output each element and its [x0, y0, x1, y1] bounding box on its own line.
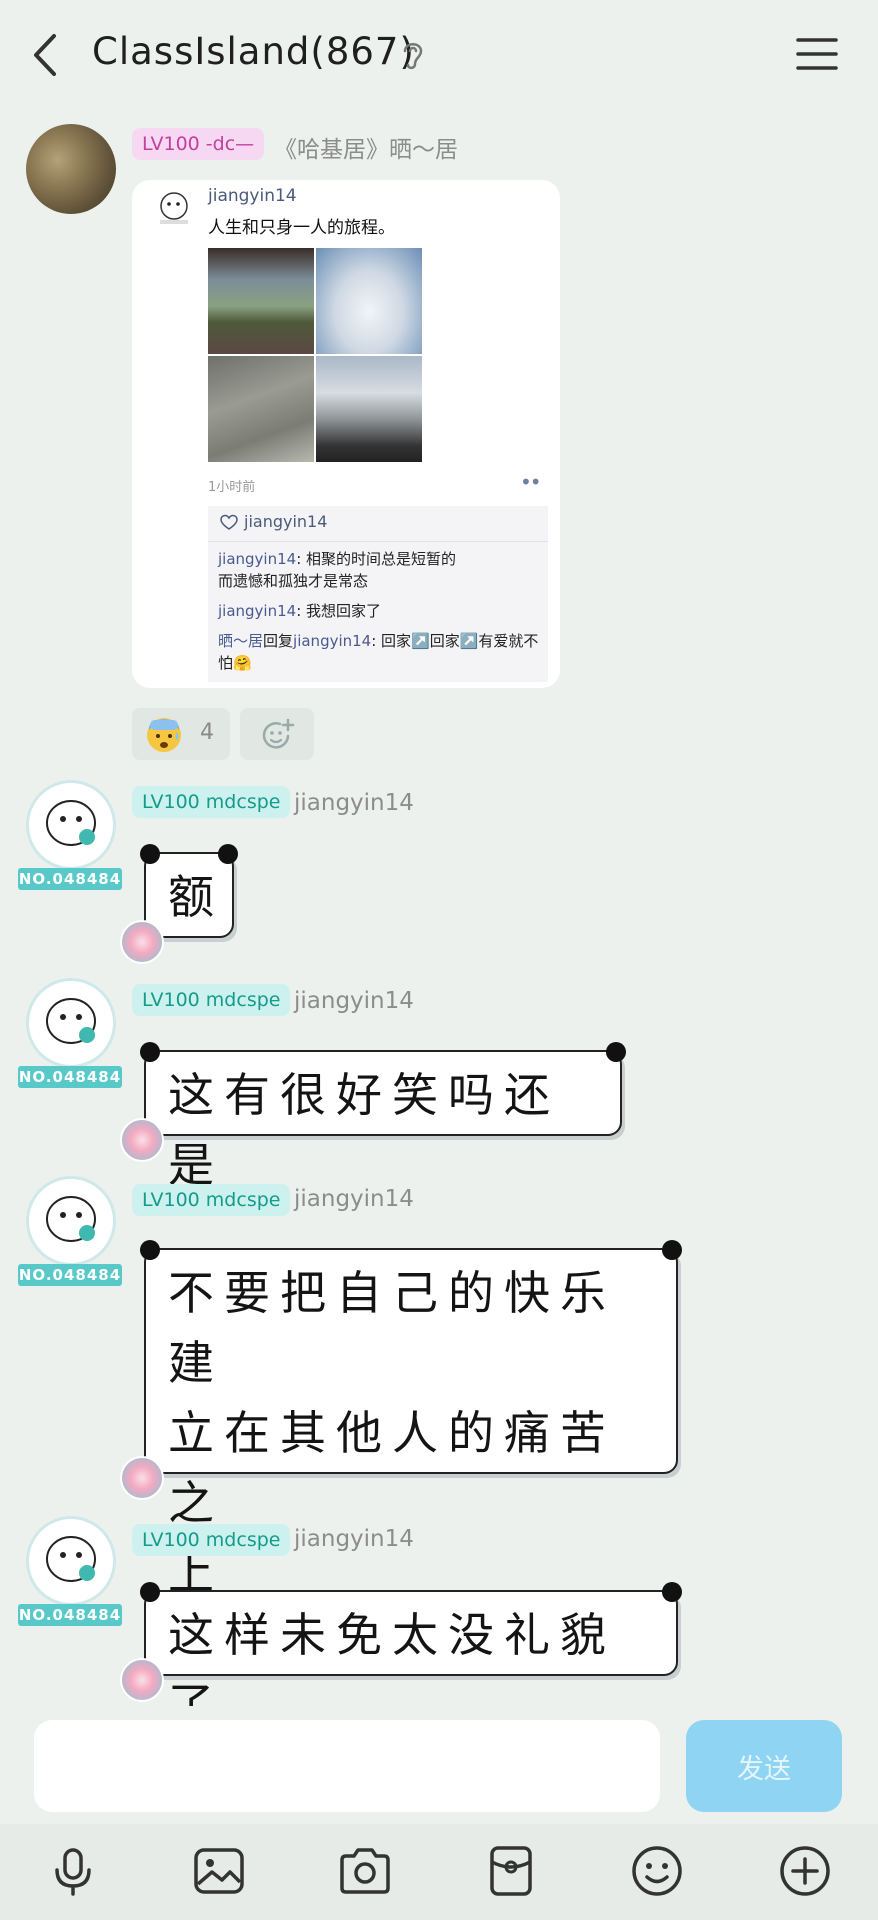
- sticker-character-decoration: [120, 1118, 164, 1162]
- camera-icon[interactable]: [336, 1842, 394, 1900]
- sticker-avatar-icon: [46, 800, 96, 846]
- likes-row: jiangyin14: [208, 506, 548, 542]
- post-photo-rainy-building[interactable]: [208, 356, 314, 462]
- bubble-ear-decoration: [140, 844, 160, 864]
- add-reaction-button[interactable]: [240, 708, 314, 760]
- message-text: 额: [168, 870, 224, 924]
- comment-user[interactable]: 晒～居: [218, 632, 263, 650]
- level-badge: LV100 mdcspe: [132, 984, 291, 1016]
- post-author[interactable]: jiangyin14: [208, 186, 297, 206]
- comment: jiangyin14: 相聚的时间总是短暂的: [218, 550, 457, 568]
- message-bubble[interactable]: 这样未免太没礼貌了: [120, 1582, 682, 1732]
- sender-name[interactable]: jiangyin14: [294, 988, 414, 1014]
- bubble-ear-decoration: [140, 1240, 160, 1260]
- chat-title[interactable]: ClassIsland(867): [92, 30, 415, 73]
- avatar[interactable]: [26, 978, 116, 1068]
- reaction-count: 4: [200, 720, 214, 745]
- add-emoji-icon: [262, 718, 295, 749]
- post-text: 人生和只身一人的旅程。: [208, 218, 395, 238]
- comment-user[interactable]: jiangyin14: [218, 602, 296, 620]
- avatar[interactable]: [26, 780, 116, 870]
- post-photo-clouds[interactable]: [316, 248, 422, 354]
- sticker-character-decoration: [120, 920, 164, 964]
- sender-name[interactable]: jiangyin14: [294, 1186, 414, 1212]
- comment-user[interactable]: jiangyin14: [218, 550, 296, 568]
- sticker-number-badge: NO.048484: [18, 868, 122, 890]
- bubble-ear-decoration: [606, 1042, 626, 1062]
- comments-list: jiangyin14: 相聚的时间总是短暂的 而遗憾和孤独才是常态 jiangy…: [208, 542, 548, 682]
- message-composer: 发送: [0, 1706, 878, 1824]
- message-text: 这有很好笑吗还是: [168, 1068, 560, 1192]
- comment-continued: 而遗憾和孤独才是常态: [218, 572, 369, 590]
- avatar[interactable]: [26, 124, 116, 214]
- sticker-number-badge: NO.048484: [18, 1066, 122, 1088]
- emoji-icon[interactable]: [628, 1842, 686, 1900]
- more-options-icon[interactable]: ••: [520, 470, 542, 494]
- message-input[interactable]: [34, 1720, 660, 1812]
- level-badge: LV100 -dc—: [132, 128, 265, 160]
- reply-target[interactable]: jiangyin14: [293, 632, 371, 650]
- avatar[interactable]: [26, 1176, 116, 1266]
- bubble-ear-decoration: [662, 1240, 682, 1260]
- message-bubble[interactable]: 这有很好笑吗还是: [120, 1042, 626, 1192]
- sticker-character-decoration: [120, 1456, 164, 1500]
- sticker-avatar-icon: [46, 1196, 96, 1242]
- microphone-icon[interactable]: [44, 1842, 102, 1900]
- message-text-line: 立在其他人的痛苦之: [168, 1406, 616, 1530]
- message-bubble[interactable]: 不要把自己的快乐建 立在其他人的痛苦之 上: [120, 1240, 682, 1600]
- red-packet-icon[interactable]: [482, 1842, 540, 1900]
- reaction-chip[interactable]: 4: [132, 708, 230, 760]
- post-photo-highway[interactable]: [316, 356, 422, 462]
- hamburger-menu-icon[interactable]: [796, 34, 838, 74]
- sticker-avatar-icon: [46, 998, 96, 1044]
- post-photo-train-window[interactable]: [208, 248, 314, 354]
- bubble-ear-decoration: [140, 1582, 160, 1602]
- sender-name[interactable]: jiangyin14: [294, 790, 414, 816]
- level-badge: LV100 mdcspe: [132, 1524, 291, 1556]
- message-text-line: 不要把自己的快乐建: [168, 1266, 616, 1390]
- chevron-left-icon[interactable]: [26, 30, 66, 80]
- send-button[interactable]: 发送: [686, 1720, 842, 1812]
- sender-name[interactable]: 《哈基居》晒～居: [274, 130, 458, 164]
- plus-icon[interactable]: [776, 1842, 834, 1900]
- level-badge: LV100 mdcspe: [132, 1184, 291, 1216]
- bubble-ear-decoration: [218, 844, 238, 864]
- comment: jiangyin14: 我想回家了: [218, 602, 382, 620]
- sticker-number-badge: NO.048484: [18, 1264, 122, 1286]
- bubble-ear-decoration: [140, 1042, 160, 1062]
- message-bubble[interactable]: 额: [120, 844, 238, 964]
- like-user[interactable]: jiangyin14: [244, 512, 327, 531]
- comment-reply: 晒～居回复jiangyin14: 回家↗️回家↗️有爱就不: [218, 632, 539, 650]
- shared-post-card[interactable]: jiangyin14 人生和只身一人的旅程。 1小时前 •• jiangyin1…: [132, 180, 560, 688]
- anxious-sweat-emoji-icon: [147, 718, 181, 752]
- chat-header: ClassIsland(867): [0, 0, 878, 110]
- sticker-number-badge: NO.048484: [18, 1604, 122, 1626]
- comment-continued: 怕🤗: [218, 654, 252, 672]
- sender-name[interactable]: jiangyin14: [294, 1526, 414, 1552]
- image-icon[interactable]: [190, 1842, 248, 1900]
- post-time: 1小时前: [208, 480, 256, 495]
- sticker-character-decoration: [120, 1658, 164, 1702]
- avatar[interactable]: [26, 1516, 116, 1606]
- heart-icon[interactable]: [220, 514, 238, 532]
- input-toolbar: [0, 1824, 878, 1920]
- ear-icon[interactable]: [400, 38, 426, 72]
- bubble-ear-decoration: [662, 1582, 682, 1602]
- sticker-avatar-icon: [46, 1536, 96, 1582]
- qq-space-logo: [160, 192, 188, 224]
- level-badge: LV100 mdcspe: [132, 786, 291, 818]
